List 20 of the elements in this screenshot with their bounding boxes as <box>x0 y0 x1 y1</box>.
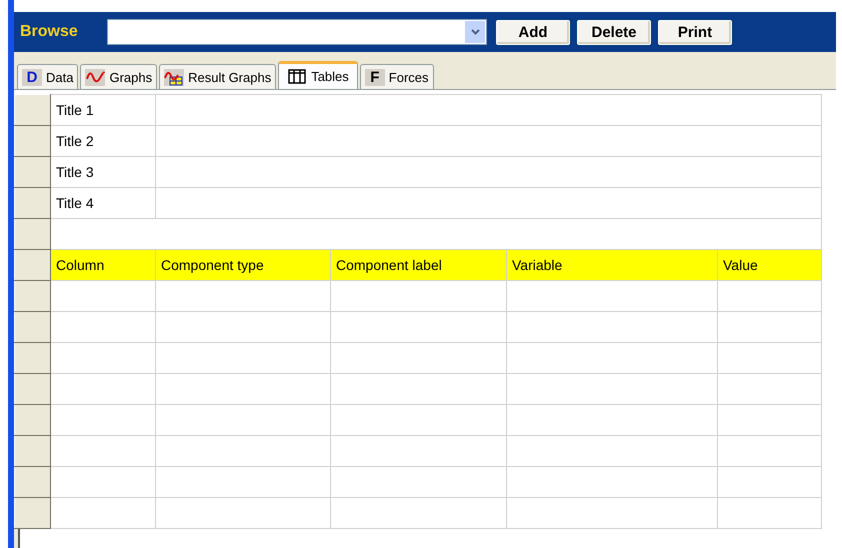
title-label: Title 2 <box>50 126 156 156</box>
toolbar-button[interactable]: Delete <box>576 18 652 46</box>
column-header: Component label <box>330 250 506 280</box>
tab[interactable]: F Forces <box>360 64 434 89</box>
column-header: Column <box>50 250 156 280</box>
tab[interactable]: Tables <box>278 61 358 89</box>
tab[interactable]: Result Graphs <box>159 64 276 89</box>
letter-icon: F <box>364 68 385 86</box>
column-header: Value <box>718 250 822 280</box>
letter-icon: D <box>22 68 42 86</box>
title-label: Title 3 <box>50 156 156 188</box>
column-header: Variable <box>506 250 718 280</box>
title-label: Title 1 <box>50 94 156 126</box>
column-header: Component type <box>156 250 330 280</box>
tab[interactable]: D Data <box>17 64 78 89</box>
browse-label: Browse <box>20 23 79 41</box>
tab[interactable]: Graphs <box>80 64 158 89</box>
toolbar-button[interactable]: Print <box>657 18 733 46</box>
title-label: Title 4 <box>50 188 156 218</box>
toolbar-button[interactable]: Add <box>495 18 571 46</box>
